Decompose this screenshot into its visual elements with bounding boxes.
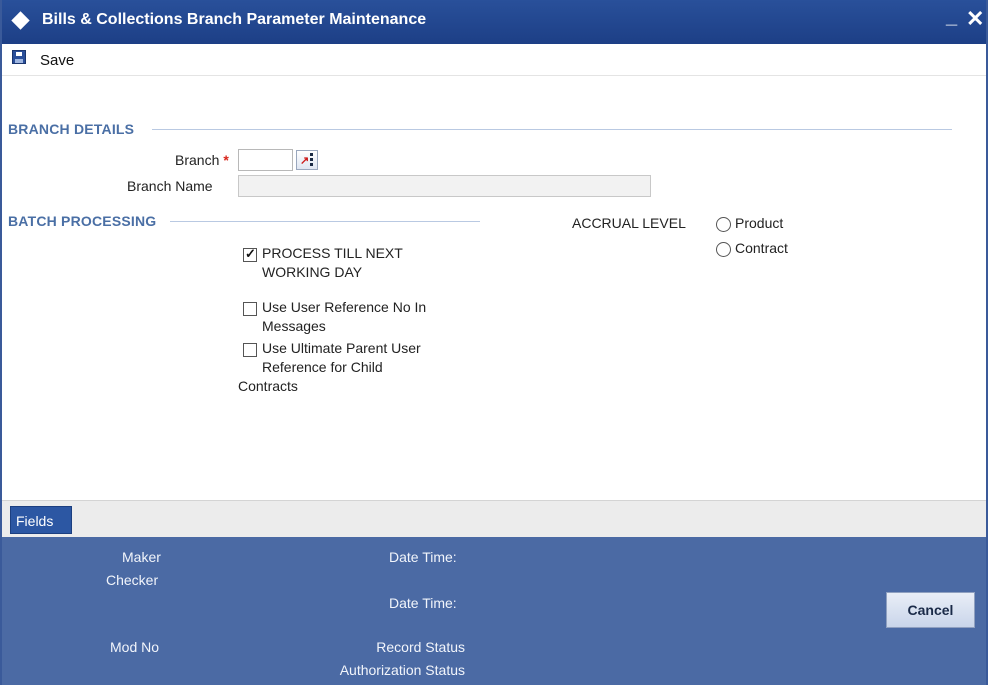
branch-name-field[interactable] xyxy=(238,175,651,197)
save-button[interactable]: Save xyxy=(40,52,74,69)
use-user-reference-checkbox[interactable] xyxy=(243,302,257,316)
accrual-level-label: ACCRUAL LEVEL xyxy=(572,215,686,231)
toolbar: Save xyxy=(2,44,986,76)
checker-label: Checker xyxy=(106,572,159,588)
audit-panel: Maker Checker Date Time: Date Time: Mod … xyxy=(2,537,986,685)
fields-tab[interactable]: Fields xyxy=(10,506,72,534)
branch-name-label: Branch Name xyxy=(127,178,213,194)
cancel-button[interactable]: Cancel xyxy=(886,592,975,628)
fields-strip: Fields xyxy=(2,500,986,537)
use-user-reference-label: Use User Reference No In Messages xyxy=(262,299,427,334)
accrual-product-label: Product xyxy=(735,215,784,231)
use-ultimate-parent-label: Use Ultimate Parent User Reference for Ch… xyxy=(262,340,421,375)
authorization-status-label: Authorization Status xyxy=(339,662,465,678)
batch-processing-heading: BATCH PROCESSING xyxy=(8,213,157,229)
mod-no-label: Mod No xyxy=(110,639,160,655)
use-ultimate-parent-label-continued: Contracts xyxy=(238,378,298,394)
minimize-button[interactable]: _ xyxy=(946,6,957,29)
save-icon[interactable] xyxy=(12,50,26,64)
process-till-next-working-day-checkbox[interactable] xyxy=(243,246,257,262)
accrual-contract-label: Contract xyxy=(735,240,788,256)
process-till-next-working-day-label: PROCESS TILL NEXT WORKING DAY xyxy=(262,245,403,280)
maker-date-time-label: Date Time: xyxy=(389,549,457,565)
list-icon xyxy=(310,153,313,166)
branch-label: Branch * xyxy=(175,152,229,168)
batch-processing-divider xyxy=(170,221,480,222)
checker-date-time-label: Date Time: xyxy=(389,595,457,611)
record-status-label: Record Status xyxy=(376,639,465,655)
diamond-icon xyxy=(11,11,30,30)
close-button[interactable]: ✕ xyxy=(966,6,984,32)
branch-input[interactable] xyxy=(238,149,293,171)
branch-details-divider xyxy=(152,129,952,130)
title-bar: Bills & Collections Branch Parameter Mai… xyxy=(2,0,986,44)
use-ultimate-parent-checkbox[interactable] xyxy=(243,343,257,357)
branch-lookup-button[interactable]: ↗ xyxy=(296,150,318,170)
branch-details-heading: BRANCH DETAILS xyxy=(8,121,135,137)
required-marker: * xyxy=(223,152,229,168)
app-window: Bills & Collections Branch Parameter Mai… xyxy=(0,0,988,685)
accrual-product-radio[interactable] xyxy=(716,217,731,232)
window-title: Bills & Collections Branch Parameter Mai… xyxy=(42,11,427,28)
maker-label: Maker xyxy=(122,549,161,565)
arrow-icon: ↗ xyxy=(300,155,310,167)
accrual-contract-radio[interactable] xyxy=(716,242,731,257)
